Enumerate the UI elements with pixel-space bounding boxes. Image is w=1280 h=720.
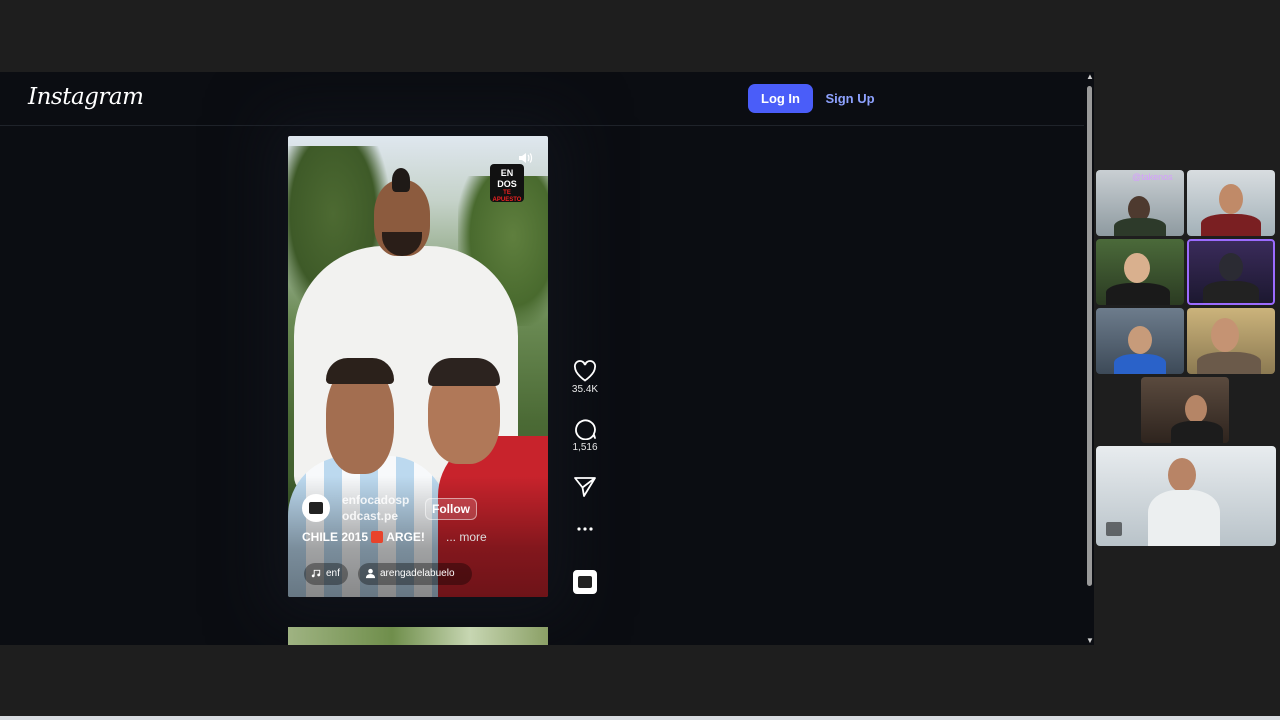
webcam-tile [1096, 446, 1276, 546]
tagged-username: arengadelabuelo [380, 568, 455, 579]
person-icon [365, 568, 376, 579]
vs-emoji-icon [371, 531, 384, 543]
next-reel-preview[interactable] [288, 627, 548, 645]
login-button[interactable]: Log In [748, 84, 813, 113]
caption-text: ARGE! [386, 530, 425, 544]
follow-button[interactable]: Follow [425, 498, 477, 520]
player-hair [428, 358, 500, 386]
channel-watermark-logo: EN DOS TE APUESTO [490, 164, 524, 203]
audio-thumbnail[interactable] [573, 570, 597, 594]
streamer-webcams: @takenos [1094, 168, 1280, 548]
stream-bottom-band [0, 645, 1280, 720]
scroll-up-arrow-icon[interactable]: ▲ [1086, 72, 1094, 81]
caption-text: CHILE 2015 [302, 530, 369, 544]
audio-level-icon [1106, 522, 1122, 536]
reel-video[interactable]: EN DOS TE APUESTO enfocadosp odcast.pe F… [288, 136, 548, 597]
webcam-tile [1141, 377, 1229, 443]
instagram-logo[interactable]: Instagram [28, 84, 144, 110]
webcam-tile [1187, 308, 1275, 374]
more-dots-icon[interactable] [573, 524, 597, 534]
heart-icon[interactable] [573, 360, 597, 382]
speaker-icon[interactable] [517, 150, 533, 166]
original-audio-action[interactable] [566, 570, 604, 594]
scrollbar[interactable]: ▲ ▼ [1084, 72, 1094, 645]
watermark-subtext: TE APUESTO [492, 190, 522, 203]
watermark-text: EN DOS [497, 168, 517, 189]
like-action[interactable]: 35.4K [566, 360, 604, 395]
stream-top-band [0, 0, 1280, 72]
player-hair [326, 358, 394, 384]
caption-more-link[interactable]: ... more [446, 530, 487, 544]
audio-pill[interactable]: enf [304, 563, 348, 585]
instagram-header: Instagram Log In Sign Up [0, 72, 1084, 126]
comment-icon[interactable] [573, 418, 597, 440]
webcam-tile: @takenos [1096, 170, 1184, 236]
webcam-tile [1187, 170, 1275, 236]
streamer-tag: @takenos [1132, 172, 1173, 182]
more-options-action[interactable] [566, 524, 604, 534]
like-count: 35.4K [571, 384, 599, 395]
webcam-tile-active-speaker [1187, 239, 1275, 305]
webcam-tile [1096, 308, 1184, 374]
scroll-down-arrow-icon[interactable]: ▼ [1086, 636, 1094, 645]
tagged-user-pill[interactable]: arengadelabuelo [358, 563, 472, 585]
music-note-icon [311, 569, 321, 578]
share-action[interactable] [566, 476, 604, 498]
signup-button[interactable]: Sign Up [822, 84, 878, 113]
audio-label: enf [326, 568, 340, 579]
scroll-thumb[interactable] [1087, 86, 1092, 586]
share-icon[interactable] [573, 476, 597, 498]
avatar[interactable] [302, 494, 330, 522]
reel-username[interactable]: enfocadosp odcast.pe [342, 492, 418, 524]
browser-viewport: Instagram Log In Sign Up EN DOS TE APUES… [0, 72, 1094, 645]
webcam-tile [1096, 239, 1184, 305]
comment-action[interactable]: 1,516 [566, 418, 604, 453]
comment-count: 1,516 [572, 442, 598, 453]
player-hair [392, 168, 410, 192]
